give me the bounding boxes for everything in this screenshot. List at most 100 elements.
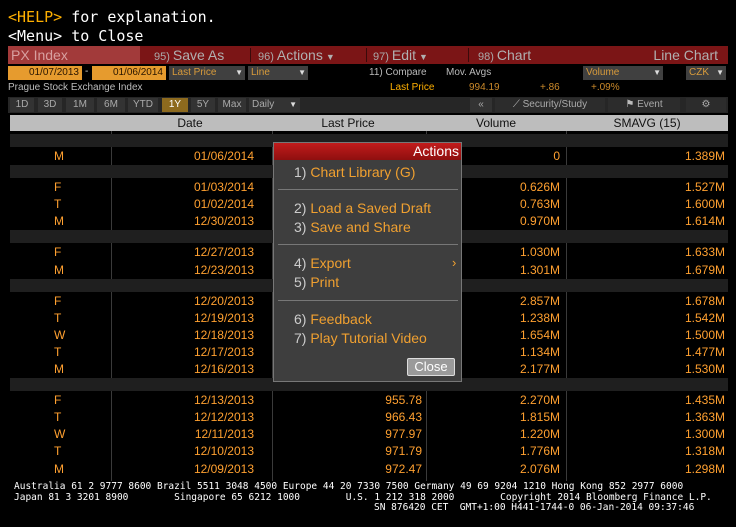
- day-cell: W: [54, 328, 66, 342]
- menu-item-label: Export: [310, 255, 351, 271]
- divider: [468, 48, 469, 62]
- mov-avgs-button[interactable]: Mov. Avgs: [446, 67, 491, 78]
- volume-cell: 0.763M: [519, 197, 560, 211]
- volume-value: Volume: [586, 67, 620, 78]
- edit-num: 97): [373, 51, 389, 63]
- date-cell: 12/23/2013: [193, 263, 254, 277]
- day-cell: T: [54, 311, 62, 325]
- dropdown-arrow-icon: ▼: [289, 100, 297, 109]
- range-button-6m[interactable]: 6M: [97, 98, 125, 112]
- menu-item-label: Chart Library (G): [310, 164, 416, 180]
- save-as-button[interactable]: 95) Save As: [154, 46, 224, 64]
- menu-divider: [278, 189, 458, 190]
- menu-item-load-draft[interactable]: 2) Load a Saved Draft: [294, 199, 431, 217]
- volume-cell: 2.857M: [519, 294, 560, 308]
- range-button-5y[interactable]: 5Y: [191, 98, 215, 112]
- menu-item-export[interactable]: 4) Export: [294, 254, 351, 272]
- menu-item-label: Load a Saved Draft: [310, 200, 431, 216]
- gear-icon[interactable]: ⚙: [686, 98, 726, 112]
- day-cell: T: [54, 410, 62, 424]
- day-cell: T: [54, 444, 62, 458]
- smavg-cell: 1.389M: [684, 149, 725, 163]
- chart-button[interactable]: 98) Chart: [478, 46, 531, 64]
- table-row[interactable]: W 12/11/2013 977.97 1.220M 1.300M: [10, 426, 728, 443]
- collapse-button[interactable]: «: [470, 98, 492, 112]
- help-text: for explanation.: [62, 8, 216, 26]
- security-study-button[interactable]: ⟋ Security/Study: [495, 98, 605, 112]
- menu-item-num: 2): [294, 200, 307, 216]
- day-cell: M: [54, 462, 64, 476]
- date-cell: 12/11/2013: [194, 427, 254, 441]
- date-cell: 01/02/2014: [193, 197, 254, 211]
- table-row[interactable]: F 12/13/2013 955.78 2.270M 1.435M: [10, 392, 728, 409]
- edit-menu-button[interactable]: 97) Edit ▼: [373, 46, 428, 64]
- range-button-max[interactable]: Max: [218, 98, 246, 112]
- event-button[interactable]: ⚑ Event: [608, 98, 680, 112]
- edit-label: Edit: [391, 47, 417, 63]
- legend-value: 994.19: [469, 82, 500, 93]
- date-cell: 12/18/2013: [193, 328, 254, 342]
- menu-item-num: 4): [294, 255, 307, 271]
- range-button-ytd[interactable]: YTD: [128, 98, 158, 112]
- price-field-select[interactable]: Last Price ▼: [169, 66, 245, 80]
- menu-item-print[interactable]: 5) Print: [294, 273, 339, 291]
- date-cell: 01/03/2014: [193, 180, 254, 194]
- save-as-label: Save As: [172, 47, 225, 63]
- date-cell: 12/10/2013: [193, 444, 254, 458]
- day-cell: F: [54, 180, 62, 194]
- footer-session-info: SN 876420 CET GMT+1:00 H441-1744-0 06-Ja…: [374, 502, 695, 513]
- date-cell: 12/12/2013: [193, 410, 254, 424]
- dropdown-arrow-icon: ▼: [716, 68, 724, 77]
- help-hint: <HELP> for explanation.: [8, 8, 216, 27]
- legend-label: Last Price: [390, 82, 435, 93]
- period-value: Daily: [252, 99, 275, 110]
- actions-label: Actions: [276, 47, 323, 63]
- menu-item-feedback[interactable]: 6) Feedback: [294, 310, 372, 328]
- volume-select[interactable]: Volume ▼: [583, 66, 663, 80]
- day-cell: T: [54, 197, 62, 211]
- smavg-cell: 1.542M: [684, 311, 725, 325]
- smavg-cell: 1.527M: [684, 180, 725, 194]
- range-button-1d[interactable]: 1D: [10, 98, 34, 112]
- col-header-date[interactable]: Date: [110, 115, 270, 131]
- day-cell: F: [54, 245, 62, 259]
- menu-item-save-share[interactable]: 3) Save and Share: [294, 218, 411, 236]
- dropdown-arrow-icon: ▼: [298, 68, 306, 77]
- menu-item-label: Save and Share: [310, 219, 411, 235]
- col-header-smavg[interactable]: SMAVG (15): [568, 115, 726, 131]
- smavg-cell: 1.678M: [684, 294, 725, 308]
- chart-mode-label: Line Chart: [653, 47, 718, 63]
- compare-button[interactable]: 11) Compare: [369, 67, 427, 78]
- range-button-1m[interactable]: 1M: [66, 98, 94, 112]
- smavg-cell: 1.633M: [684, 245, 725, 259]
- range-button-3d[interactable]: 3D: [38, 98, 62, 112]
- col-header-volume[interactable]: Volume: [426, 115, 566, 131]
- menu-item-tutorial[interactable]: 7) Play Tutorial Video: [294, 329, 427, 347]
- chart-type-select[interactable]: Line ▼: [248, 66, 308, 80]
- range-button-1y[interactable]: 1Y: [162, 98, 188, 112]
- table-row[interactable]: T 12/10/2013 971.79 1.776M 1.318M: [10, 443, 728, 460]
- menu-item-label: Feedback: [310, 311, 372, 327]
- smavg-cell: 1.363M: [684, 410, 725, 424]
- chart-num: 98): [478, 51, 494, 63]
- security-name: Prague Stock Exchange Index: [8, 82, 143, 93]
- col-header-last-price[interactable]: Last Price: [272, 115, 424, 131]
- menu-item-label: Play Tutorial Video: [310, 330, 427, 346]
- help-key[interactable]: <HELP>: [8, 8, 62, 26]
- end-date-field[interactable]: 01/06/2014: [92, 66, 166, 80]
- actions-menu-button[interactable]: 96) Actions ▼: [258, 46, 335, 64]
- table-row[interactable]: M 12/09/2013 972.47 2.076M 1.298M: [10, 461, 728, 478]
- menu-item-chart-library[interactable]: 1) Chart Library (G): [294, 163, 415, 181]
- menu-item-num: 7): [294, 330, 307, 346]
- security-ticker[interactable]: PX Index: [8, 46, 140, 64]
- table-row[interactable]: T 12/12/2013 966.43 1.815M 1.363M: [10, 409, 728, 426]
- dropdown-arrow-icon: ▼: [325, 52, 335, 62]
- period-select[interactable]: Daily ▼: [249, 98, 300, 112]
- chart-label: Chart: [496, 47, 532, 63]
- actions-popup: Actions 1) Chart Library (G) 2) Load a S…: [273, 142, 462, 382]
- smavg-cell: 1.530M: [684, 362, 725, 376]
- close-button[interactable]: Close: [407, 358, 455, 376]
- currency-select[interactable]: CZK ▼: [686, 66, 726, 80]
- date-cell: 12/30/2013: [193, 214, 254, 228]
- start-date-field[interactable]: 01/07/2013: [8, 66, 82, 80]
